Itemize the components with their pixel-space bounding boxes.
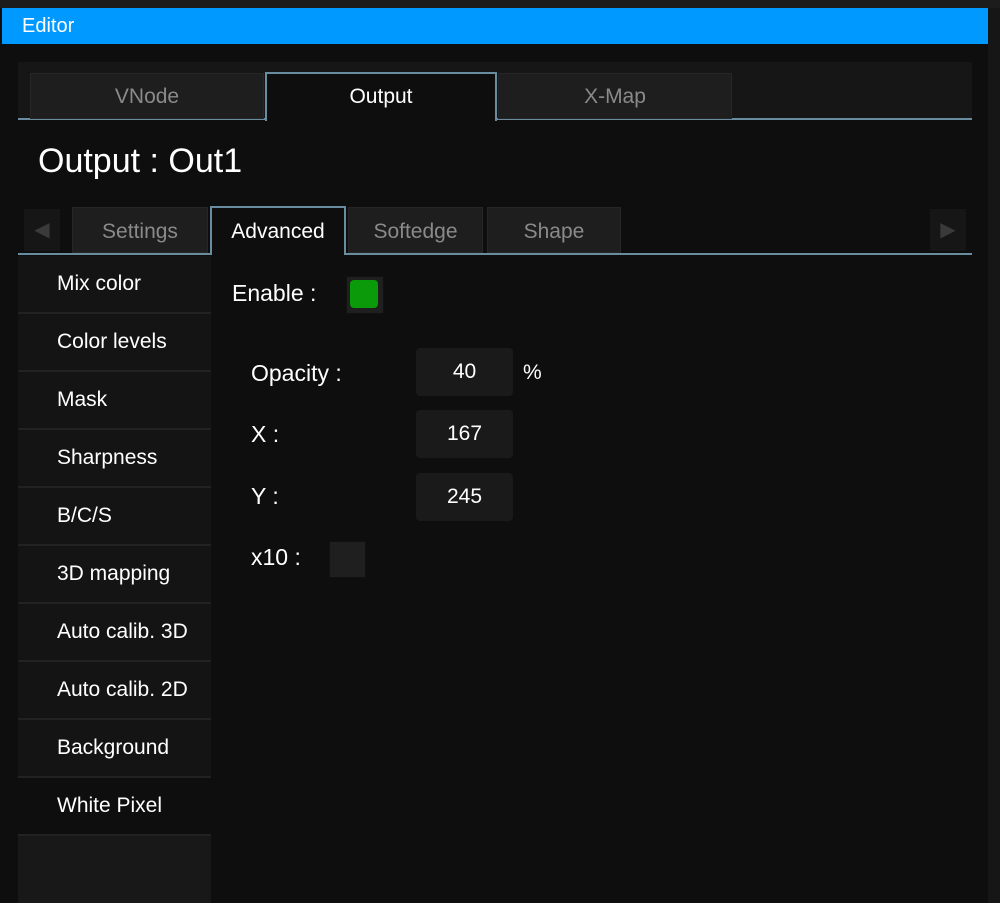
x10-label: x10 :	[251, 544, 301, 570]
sidebar-item-background[interactable]: Background	[18, 720, 211, 778]
checked-indicator	[350, 280, 378, 308]
opacity-label: Opacity :	[251, 360, 342, 386]
y-input[interactable]: 245	[416, 473, 513, 521]
scroll-right-button[interactable]: ▶	[930, 209, 966, 251]
page-title: Output : Out1	[38, 142, 243, 180]
enable-label: Enable :	[232, 280, 317, 306]
sidebar-item-auto-calib-2d[interactable]: Auto calib. 2D	[18, 662, 211, 720]
sidebar-item-white-pixel[interactable]: White Pixel	[18, 778, 211, 836]
sub-tab-bar: ◀ Settings Advanced Softedge Shape ▶	[18, 206, 972, 255]
right-edge	[988, 8, 1000, 903]
tab-shape[interactable]: Shape	[487, 207, 621, 253]
tab-advanced[interactable]: Advanced	[210, 206, 346, 255]
enable-checkbox[interactable]	[346, 276, 384, 314]
x-input[interactable]: 167	[416, 410, 513, 458]
top-strip	[0, 0, 1000, 8]
window-title-bar: Editor	[2, 8, 988, 44]
x10-checkbox[interactable]	[329, 541, 366, 578]
opacity-unit: %	[523, 361, 542, 384]
chevron-left-icon: ◀	[34, 219, 50, 241]
sidebar-item-mask[interactable]: Mask	[18, 372, 211, 430]
scroll-left-button[interactable]: ◀	[24, 209, 60, 251]
tab-softedge[interactable]: Softedge	[348, 207, 483, 253]
tab-output[interactable]: Output	[265, 72, 497, 121]
sidebar-item-color-levels[interactable]: Color levels	[18, 314, 211, 372]
chevron-right-icon: ▶	[940, 219, 956, 241]
sidebar-item-sharpness[interactable]: Sharpness	[18, 430, 211, 488]
opacity-input[interactable]: 40	[416, 348, 513, 396]
sidebar: Mix color Color levels Mask Sharpness B/…	[18, 256, 211, 903]
y-label: Y :	[251, 483, 279, 509]
sidebar-item-3d-mapping[interactable]: 3D mapping	[18, 546, 211, 604]
tab-x-map[interactable]: X-Map	[498, 73, 732, 119]
sidebar-item-mix-color[interactable]: Mix color	[18, 256, 211, 314]
x-label: X :	[251, 421, 280, 447]
main-tab-bar: VNode Output X-Map	[18, 62, 972, 121]
sidebar-item-bcs[interactable]: B/C/S	[18, 488, 211, 546]
sidebar-item-auto-calib-3d[interactable]: Auto calib. 3D	[18, 604, 211, 662]
tab-vnode[interactable]: VNode	[30, 73, 264, 119]
tab-settings[interactable]: Settings	[72, 207, 208, 253]
